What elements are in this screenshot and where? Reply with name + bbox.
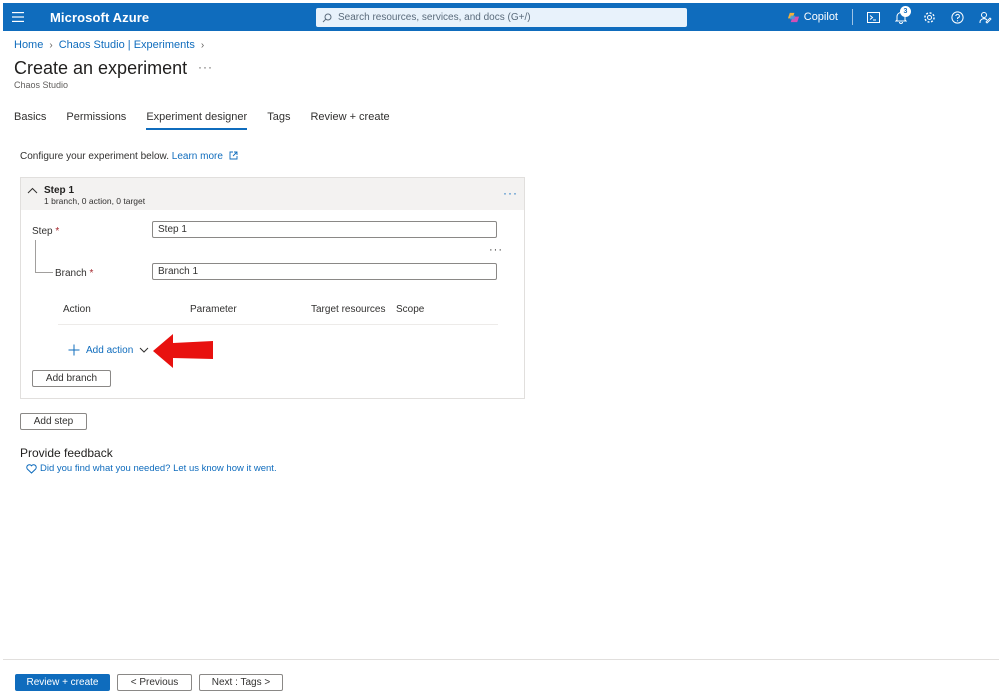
- add-action-button[interactable]: Add action: [68, 344, 149, 356]
- chevron-right-icon: ›: [200, 39, 205, 51]
- tab-tags[interactable]: Tags: [267, 111, 290, 130]
- step-label-text: Step: [32, 226, 53, 237]
- column-target-resources: Target resources: [311, 304, 386, 315]
- step-title: Step 1: [44, 185, 75, 196]
- feedback-person-icon[interactable]: [971, 3, 999, 31]
- more-options-icon[interactable]: ···: [198, 60, 213, 74]
- external-link-icon: [229, 151, 238, 160]
- config-text: Configure your experiment below.: [20, 151, 169, 162]
- brand-title[interactable]: Microsoft Azure: [50, 10, 149, 25]
- learn-more-label: Learn more: [171, 151, 223, 162]
- branch-name-input[interactable]: Branch 1: [152, 263, 497, 280]
- add-branch-button[interactable]: Add branch: [32, 370, 111, 387]
- tab-experiment-designer[interactable]: Experiment designer: [146, 111, 248, 130]
- required-mark: *: [55, 226, 60, 237]
- copilot-label: Copilot: [803, 11, 838, 23]
- copilot-button[interactable]: Copilot: [787, 11, 838, 24]
- column-parameter: Parameter: [190, 304, 237, 315]
- feedback-link[interactable]: Did you find what you needed? Let us kno…: [26, 463, 277, 474]
- page-title: Create an experiment: [14, 58, 188, 78]
- search-box[interactable]: Search resources, services, and docs (G+…: [316, 8, 687, 27]
- topbar-divider: [852, 9, 853, 25]
- cloud-shell-icon[interactable]: [859, 3, 887, 31]
- add-action-label: Add action: [86, 344, 134, 356]
- branch-label-text: Branch: [55, 268, 87, 279]
- tab-review-create[interactable]: Review + create: [310, 111, 389, 130]
- red-arrow-annotation: [153, 334, 213, 368]
- branch-more-icon[interactable]: ···: [489, 244, 503, 256]
- step-more-icon[interactable]: ···: [503, 186, 518, 200]
- chevron-down-icon: [139, 347, 149, 353]
- search-placeholder: Search resources, services, and docs (G+…: [338, 12, 531, 23]
- add-step-button[interactable]: Add step: [20, 413, 87, 430]
- azure-top-bar: Microsoft Azure Search resources, servic…: [3, 3, 999, 31]
- config-instructions: Configure your experiment below. Learn m…: [20, 151, 238, 162]
- breadcrumb: Home › Chaos Studio | Experiments ›: [14, 39, 210, 51]
- tab-basics[interactable]: Basics: [14, 111, 46, 130]
- footer-divider: [3, 659, 999, 660]
- column-action: Action: [63, 304, 91, 315]
- step-name-input[interactable]: Step 1: [152, 221, 497, 238]
- search-icon: [322, 13, 332, 22]
- step-header[interactable]: Step 1 1 branch, 0 action, 0 target ···: [21, 178, 524, 210]
- feedback-link-text: Did you find what you needed? Let us kno…: [40, 463, 277, 474]
- tree-connector: [35, 272, 53, 273]
- review-create-button[interactable]: Review + create: [15, 674, 110, 691]
- chevron-right-icon: ›: [49, 39, 53, 51]
- column-scope: Scope: [396, 304, 425, 315]
- learn-more-link[interactable]: Learn more: [172, 151, 238, 162]
- tree-connector: [35, 240, 36, 272]
- help-icon[interactable]: [943, 3, 971, 31]
- notifications-icon[interactable]: 3: [887, 3, 915, 31]
- menu-icon[interactable]: [4, 3, 32, 31]
- notification-badge: 3: [900, 6, 911, 17]
- branch-name-label: Branch *: [55, 268, 93, 279]
- required-mark: *: [89, 268, 94, 279]
- plus-icon: [68, 344, 80, 356]
- feedback-title: Provide feedback: [20, 446, 113, 460]
- chevron-up-icon[interactable]: [27, 187, 38, 194]
- next-tags-button[interactable]: Next : Tags >: [199, 674, 283, 691]
- breadcrumb-experiments[interactable]: Chaos Studio | Experiments: [59, 39, 195, 51]
- wizard-tabs: Basics Permissions Experiment designer T…: [14, 111, 410, 130]
- breadcrumb-home[interactable]: Home: [14, 39, 43, 51]
- page-subtitle: Chaos Studio: [14, 80, 69, 90]
- previous-button[interactable]: < Previous: [117, 674, 192, 691]
- step-summary: 1 branch, 0 action, 0 target: [44, 196, 146, 206]
- table-divider: [58, 324, 498, 325]
- step-panel: Step 1 1 branch, 0 action, 0 target ··· …: [20, 177, 525, 399]
- heart-icon: [26, 463, 37, 474]
- topbar-actions: Copilot 3: [787, 3, 999, 31]
- tab-permissions[interactable]: Permissions: [66, 111, 126, 130]
- copilot-icon: [787, 12, 799, 22]
- settings-gear-icon[interactable]: [915, 3, 943, 31]
- step-name-label: Step *: [32, 226, 59, 237]
